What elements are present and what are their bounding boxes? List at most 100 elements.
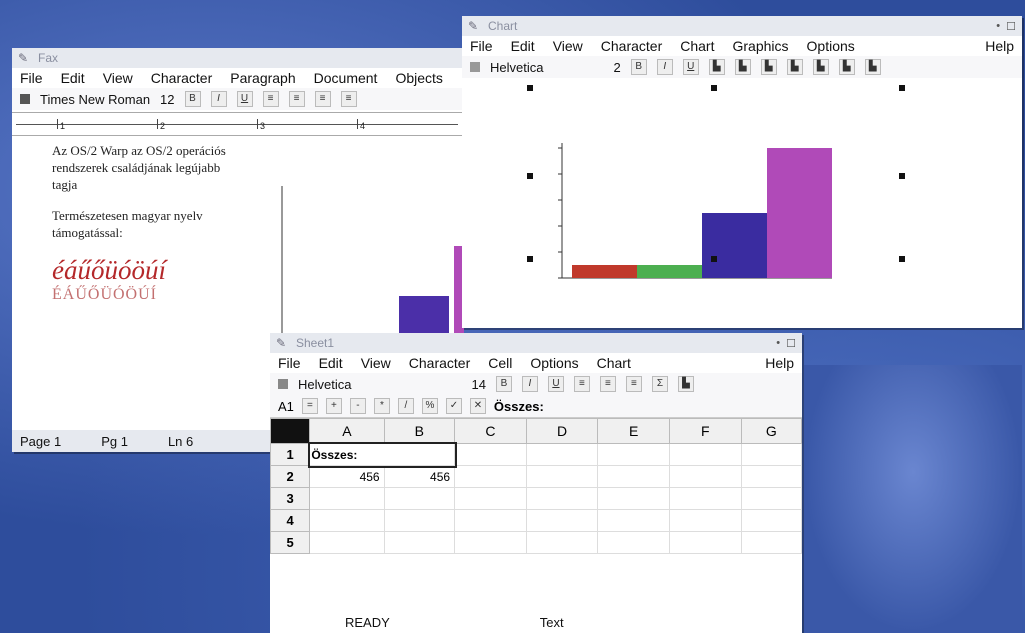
menu-chart[interactable]: Chart: [680, 38, 714, 54]
cell[interactable]: [525, 487, 599, 510]
cell[interactable]: [740, 465, 803, 488]
menu-character[interactable]: Character: [151, 70, 212, 86]
italic-button[interactable]: I: [521, 376, 538, 392]
italic-button[interactable]: I: [210, 91, 227, 107]
selection-handle[interactable]: [527, 85, 533, 91]
selection-handle[interactable]: [527, 256, 533, 262]
row-header[interactable]: 1: [269, 443, 311, 466]
selection-handle[interactable]: [899, 256, 905, 262]
cell[interactable]: [309, 531, 385, 554]
cell[interactable]: [669, 465, 742, 488]
maximize-icon[interactable]: ☐: [786, 337, 796, 350]
menu-objects[interactable]: Objects: [395, 70, 442, 86]
menu-edit[interactable]: Edit: [511, 38, 535, 54]
cell[interactable]: [740, 487, 803, 510]
menu-graphics[interactable]: Graphics: [732, 38, 788, 54]
align-center-icon[interactable]: ≡: [288, 91, 305, 107]
spreadsheet-grid[interactable]: A B C D E F G 1 Összes: 2 456 456 3 4 5: [269, 418, 803, 554]
underline-button[interactable]: U: [547, 376, 564, 392]
bold-button[interactable]: B: [495, 376, 512, 392]
chart-icon[interactable]: ▙: [677, 376, 694, 392]
chart-type-icon[interactable]: ▙: [864, 59, 881, 75]
column-header[interactable]: F: [669, 418, 742, 444]
selection-handle[interactable]: [711, 85, 717, 91]
underline-button[interactable]: U: [236, 91, 253, 107]
menu-view[interactable]: View: [361, 355, 391, 371]
menu-options[interactable]: Options: [530, 355, 578, 371]
font-name[interactable]: Helvetica: [298, 377, 351, 392]
cell[interactable]: [383, 487, 456, 510]
cell[interactable]: [309, 487, 385, 510]
chart-type-icon[interactable]: ▙: [812, 59, 829, 75]
selection-handle[interactable]: [899, 173, 905, 179]
chart-bar[interactable]: [637, 265, 702, 278]
bold-button[interactable]: B: [184, 91, 201, 107]
selection-handle[interactable]: [527, 173, 533, 179]
menu-file[interactable]: File: [20, 70, 43, 86]
chart-bar[interactable]: [702, 213, 767, 278]
minimize-icon[interactable]: •: [776, 337, 780, 350]
menu-character[interactable]: Character: [601, 38, 662, 54]
row-header[interactable]: 4: [269, 509, 311, 532]
cell[interactable]: [525, 465, 599, 488]
justify-icon[interactable]: ≡: [340, 91, 357, 107]
cell[interactable]: [740, 443, 803, 466]
menu-view[interactable]: View: [103, 70, 133, 86]
cell[interactable]: [383, 509, 456, 532]
cell[interactable]: [309, 509, 385, 532]
equals-icon[interactable]: =: [301, 398, 318, 414]
cell[interactable]: [669, 443, 742, 466]
font-name[interactable]: Helvetica: [490, 60, 543, 75]
cell-reference[interactable]: A1: [278, 399, 294, 414]
selection-handle[interactable]: [899, 85, 905, 91]
menu-chart[interactable]: Chart: [597, 355, 631, 371]
italic-button[interactable]: I: [656, 59, 673, 75]
ruler[interactable]: 1 2 3 4: [12, 112, 462, 136]
cell[interactable]: [525, 509, 599, 532]
menu-help[interactable]: Help: [765, 355, 794, 371]
font-size[interactable]: 14: [471, 377, 485, 392]
font-color-swatch[interactable]: [20, 94, 30, 104]
cell-a1[interactable]: Összes:: [307, 441, 457, 468]
percent-icon[interactable]: %: [421, 398, 438, 414]
cell[interactable]: [597, 465, 671, 488]
cell[interactable]: [740, 509, 803, 532]
align-left-icon[interactable]: ≡: [262, 91, 279, 107]
menu-paragraph[interactable]: Paragraph: [230, 70, 295, 86]
menu-file[interactable]: File: [470, 38, 493, 54]
cell[interactable]: [454, 531, 527, 554]
chart-plot[interactable]: [462, 78, 1022, 298]
menu-edit[interactable]: Edit: [61, 70, 85, 86]
chart-type-icon[interactable]: ▙: [760, 59, 777, 75]
menu-cell[interactable]: Cell: [488, 355, 512, 371]
select-all-corner[interactable]: [269, 418, 311, 444]
menu-document[interactable]: Document: [314, 70, 378, 86]
menu-edit[interactable]: Edit: [319, 355, 343, 371]
align-right-icon[interactable]: ≡: [625, 376, 642, 392]
cell[interactable]: [525, 443, 599, 466]
multiply-icon[interactable]: *: [373, 398, 390, 414]
cell[interactable]: [525, 531, 599, 554]
align-center-icon[interactable]: ≡: [599, 376, 616, 392]
menu-help[interactable]: Help: [985, 38, 1014, 54]
cell-b2[interactable]: 456: [383, 465, 456, 488]
cell[interactable]: [597, 487, 671, 510]
cell[interactable]: [597, 509, 671, 532]
cell[interactable]: [454, 487, 527, 510]
font-color-swatch[interactable]: [278, 379, 288, 389]
cell[interactable]: [669, 509, 742, 532]
cell[interactable]: [597, 531, 671, 554]
align-right-icon[interactable]: ≡: [314, 91, 331, 107]
column-header[interactable]: D: [525, 418, 599, 444]
divide-icon[interactable]: /: [397, 398, 414, 414]
column-header[interactable]: A: [309, 418, 385, 444]
row-header[interactable]: 3: [269, 487, 311, 510]
cell[interactable]: [740, 531, 803, 554]
embedded-chart[interactable]: [274, 176, 464, 356]
menu-options[interactable]: Options: [807, 38, 855, 54]
menu-view[interactable]: View: [553, 38, 583, 54]
column-header[interactable]: G: [740, 418, 803, 444]
font-size[interactable]: 12: [160, 92, 174, 107]
accept-icon[interactable]: ✓: [445, 398, 462, 414]
cancel-icon[interactable]: ✕: [469, 398, 486, 414]
